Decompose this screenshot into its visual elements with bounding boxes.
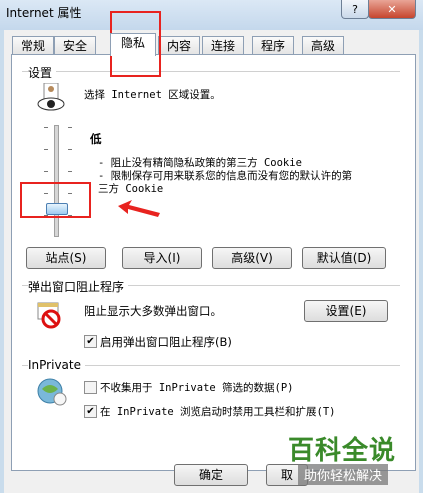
help-icon: ? xyxy=(352,2,358,16)
disable-toolbars-checkbox[interactable]: ✔ xyxy=(84,405,97,418)
no-collect-data-label: 不收集用于 InPrivate 筛选的数据(P) xyxy=(100,382,294,394)
dialog-body: 常规 安全 隐私 内容 连接 程序 高级 设置 选择 Internet 区域设置… xyxy=(4,30,419,493)
close-button[interactable]: ✕ xyxy=(368,0,416,19)
disable-toolbars-label: 在 InPrivate 浏览启动时禁用工具栏和扩展(T) xyxy=(100,406,336,418)
enable-popup-blocker-checkbox[interactable]: ✔ xyxy=(84,335,97,348)
popup-settings-button[interactable]: 设置(E) xyxy=(304,300,388,322)
settings-group-label: 设置 xyxy=(28,64,57,81)
import-button[interactable]: 导入(I) xyxy=(122,247,202,269)
inprivate-icon xyxy=(37,378,67,406)
tab-advanced[interactable]: 高级 xyxy=(302,36,344,55)
zone-setting-text: 选择 Internet 区域设置。 xyxy=(84,89,221,101)
privacy-panel: 设置 选择 Internet 区域设置。 低 - 阻止没有精简隐私政策的第三方 … xyxy=(11,54,416,471)
advanced-button[interactable]: 高级(V) xyxy=(212,247,292,269)
watermark-subtitle: 助你轻松解决 xyxy=(298,464,389,485)
tab-security[interactable]: 安全 xyxy=(54,36,96,55)
privacy-level: 低 xyxy=(90,132,102,146)
annotation-arrow-icon xyxy=(118,200,160,217)
enable-popup-blocker-label: 启用弹出窗口阻止程序(B) xyxy=(100,335,232,349)
tab-content[interactable]: 内容 xyxy=(158,36,200,55)
help-button[interactable]: ? xyxy=(341,0,369,19)
slider-track[interactable] xyxy=(54,125,59,237)
tab-programs[interactable]: 程序 xyxy=(252,36,294,55)
sites-button[interactable]: 站点(S) xyxy=(26,247,106,269)
inprivate-group-label: InPrivate xyxy=(28,358,85,372)
watermark: 百科全说 助你轻松解决 xyxy=(284,430,419,490)
default-button[interactable]: 默认值(D) xyxy=(302,247,386,269)
tab-privacy[interactable]: 隐私 xyxy=(110,33,156,56)
popup-block-icon xyxy=(37,302,61,329)
popup-group-label: 弹出窗口阻止程序 xyxy=(28,278,129,295)
watermark-title: 百科全说 xyxy=(288,436,397,466)
ok-button[interactable]: 确定 xyxy=(174,464,248,486)
title-bar: Internet 属性 ? ✕ xyxy=(0,0,423,30)
window-title: Internet 属性 xyxy=(6,6,82,20)
close-icon: ✕ xyxy=(387,2,397,16)
privacy-eye-icon xyxy=(37,83,65,111)
tab-general[interactable]: 常规 xyxy=(12,36,54,55)
level-desc-line3: 三方 Cookie xyxy=(98,183,164,195)
annotation-box-slider xyxy=(20,182,91,218)
tab-connections[interactable]: 连接 xyxy=(202,36,244,55)
popup-desc: 阻止显示大多数弹出窗口。 xyxy=(84,304,222,318)
no-collect-data-checkbox[interactable] xyxy=(84,381,97,394)
